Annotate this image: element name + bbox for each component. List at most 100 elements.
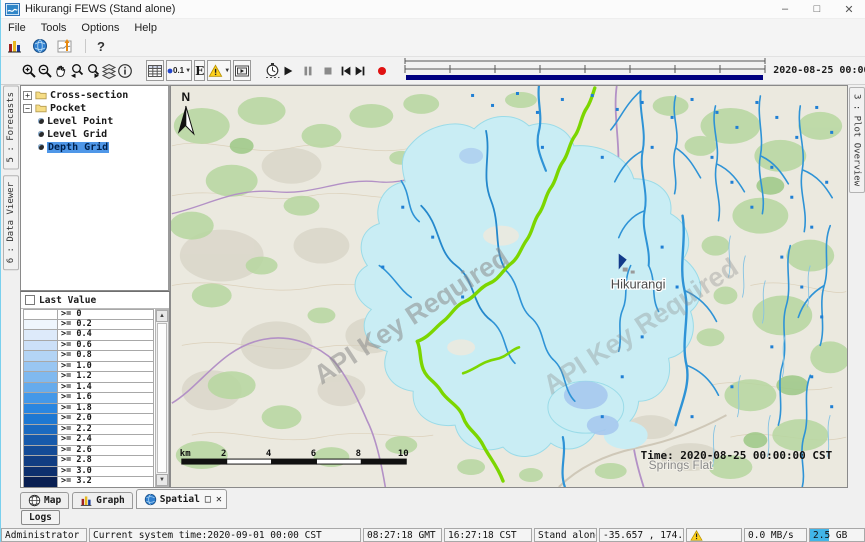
menu-options[interactable]: Options [81, 22, 119, 34]
record-button[interactable] [375, 60, 389, 81]
title-bar: Hikurangi FEWS (Stand alone) – □ ✕ [1, 0, 865, 19]
tab-plot-overview[interactable]: 3 : Plot Overview [849, 87, 865, 193]
close-button[interactable]: ✕ [833, 0, 865, 19]
logs-button[interactable]: Logs [21, 510, 60, 525]
scroll-up-icon[interactable]: ▲ [156, 310, 168, 322]
svg-text:N: N [181, 90, 190, 104]
stop-button[interactable] [321, 60, 335, 81]
legend-row[interactable]: >= 3.2 [23, 477, 154, 487]
zoom-in-icon[interactable] [21, 60, 37, 81]
legend-scrollbar[interactable]: ▲ ▼ [155, 309, 169, 487]
legend-row-label: >= 0 [58, 310, 81, 319]
status-memory: 2.5 GB [809, 528, 865, 542]
tree-item-cross-section[interactable]: + Cross-section [23, 89, 166, 101]
legend-color-table: >= 0>= 0.2>= 0.4>= 0.6>= 0.8>= 1.0>= 1.2… [23, 309, 154, 487]
grid-display-button[interactable] [146, 60, 164, 81]
collapse-icon[interactable]: − [23, 104, 32, 113]
legend-row[interactable]: >= 0.4 [23, 330, 154, 341]
menu-help[interactable]: Help [134, 22, 157, 34]
svg-text:10: 10 [398, 449, 409, 459]
scroll-down-icon[interactable]: ▼ [156, 474, 168, 486]
tree-item-label[interactable]: Pocket [50, 103, 86, 114]
contour-interval-dropdown[interactable]: 0.1 ▼ [166, 60, 192, 81]
legend-row-label: >= 3.0 [58, 467, 92, 477]
tree-item-depth-grid[interactable]: Depth Grid [23, 141, 166, 153]
status-local-time: 16:27:18 CST [444, 528, 532, 542]
legend-color-swatch [24, 446, 58, 456]
legend-color-swatch [24, 362, 58, 372]
legend-row[interactable]: >= 2.8 [23, 456, 154, 467]
status-warning-cell[interactable] [686, 528, 742, 542]
main-toolbar: ? [1, 36, 865, 56]
zoom-next-icon[interactable] [85, 60, 101, 81]
legend-color-swatch [24, 435, 58, 445]
legend-body: >= 0>= 0.2>= 0.4>= 0.6>= 0.8>= 1.0>= 1.2… [21, 308, 169, 487]
legend-row[interactable]: >= 1.6 [23, 393, 154, 404]
last-value-checkbox[interactable] [25, 295, 35, 305]
tree-item-label[interactable]: Level Grid [47, 129, 107, 140]
legend-color-swatch [24, 341, 58, 351]
animation-window-button[interactable] [233, 60, 251, 81]
legend-row-label: >= 1.8 [58, 404, 92, 414]
help-icon[interactable]: ? [97, 39, 105, 54]
info-icon[interactable] [117, 60, 133, 81]
tree-item-pocket[interactable]: − Pocket [23, 102, 166, 114]
tab-data-viewer[interactable]: 6 : Data Viewer [3, 175, 19, 270]
pan-hand-icon[interactable] [53, 60, 69, 81]
app-icon [5, 3, 20, 16]
animation-timer-icon[interactable] [264, 60, 281, 81]
legend-toggle-button[interactable]: E [194, 60, 205, 81]
tab-map[interactable]: Map [20, 492, 69, 509]
tab-graph[interactable]: Graph [72, 492, 133, 509]
legend-color-swatch [24, 467, 58, 477]
warning-layer-dropdown[interactable]: ▼ [207, 60, 231, 81]
legend-row[interactable]: >= 2.4 [23, 435, 154, 446]
tree-item-label[interactable]: Level Point [47, 116, 113, 127]
layers-icon[interactable] [101, 60, 117, 81]
legend-row[interactable]: >= 0.8 [23, 351, 154, 362]
legend-color-swatch [24, 477, 58, 487]
tree-item-level-point[interactable]: Level Point [23, 115, 166, 127]
tab-maximize-icon[interactable]: □ [205, 494, 211, 505]
zoom-out-icon[interactable] [37, 60, 53, 81]
scrollbar-thumb[interactable] [157, 323, 167, 473]
globe-icon[interactable] [32, 38, 48, 54]
pause-button[interactable] [301, 60, 315, 81]
time-slider[interactable] [403, 57, 767, 85]
status-system-time: Current system time:2020-09-01 00:00 CST [89, 528, 361, 542]
legend-row[interactable]: >= 1.2 [23, 372, 154, 383]
legend-row-label: >= 1.0 [58, 362, 92, 372]
database-chart-icon[interactable] [7, 38, 23, 54]
tab-forecasts[interactable]: 5 : Forecasts [3, 85, 19, 169]
skip-to-start-button[interactable] [339, 60, 353, 81]
svg-text:6: 6 [311, 449, 316, 459]
zoom-previous-icon[interactable] [69, 60, 85, 81]
tab-close-icon[interactable]: ✕ [216, 494, 222, 505]
status-mode: Stand alone [534, 528, 597, 542]
minimize-button[interactable]: – [769, 0, 801, 19]
maximize-button[interactable]: □ [801, 0, 833, 19]
tree-item-label-selected[interactable]: Depth Grid [47, 142, 109, 153]
wireframe-globe-icon [28, 494, 41, 507]
last-value-label: Last Value [39, 295, 96, 306]
tree-item-level-grid[interactable]: Level Grid [23, 128, 166, 140]
map-view[interactable]: API Key Required API Key Required Hikura… [170, 85, 848, 488]
svg-text:4: 4 [266, 449, 271, 459]
map-toolbar: 0.1 ▼ E ▼ 2020-08-25 00:00:00 CST [1, 56, 865, 85]
menu-file[interactable]: File [8, 22, 26, 34]
timeseries-icon[interactable] [57, 38, 74, 54]
timeline-span-bar [406, 75, 763, 80]
status-coordinates: -35.657 , 174.199 [599, 528, 684, 542]
tree-item-label[interactable]: Cross-section [50, 90, 128, 101]
menu-tools[interactable]: Tools [41, 22, 67, 34]
expand-icon[interactable]: + [23, 91, 32, 100]
legend-row-label: >= 2.8 [58, 456, 92, 466]
chevron-down-icon: ▼ [185, 68, 191, 74]
tab-spatial[interactable]: Spatial □ ✕ [136, 489, 227, 509]
left-tab-strip: 5 : Forecasts 6 : Data Viewer [1, 85, 20, 488]
legend-row[interactable]: >= 0 [23, 309, 154, 320]
play-button[interactable] [281, 60, 295, 81]
memory-text: 2.5 GB [813, 530, 847, 541]
legend-row[interactable]: >= 2.0 [23, 414, 154, 425]
skip-to-end-button[interactable] [353, 60, 367, 81]
